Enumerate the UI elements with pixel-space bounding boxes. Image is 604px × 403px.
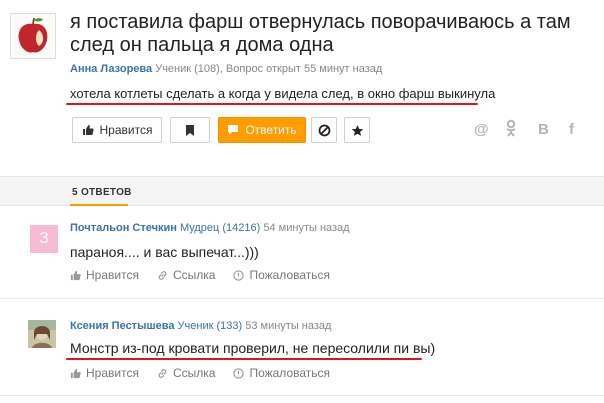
thumbs-up-icon bbox=[82, 125, 94, 135]
answer-meta: Почтальон Стечкин Мудрец (14216) 54 мину… bbox=[70, 222, 350, 234]
photo-avatar-icon bbox=[28, 320, 56, 348]
question-meta: Анна Лазорева Ученик (108), Вопрос откры… bbox=[70, 63, 382, 75]
answer-text: параноя.... и вас выпечат...))) bbox=[70, 244, 259, 260]
answer-author-link[interactable]: Ксения Пестышева bbox=[70, 320, 174, 332]
answer-author-rank: Ученик (133) bbox=[177, 320, 243, 332]
favorite-button[interactable] bbox=[344, 117, 370, 143]
flag-icon bbox=[186, 124, 194, 136]
like-button[interactable]: Нравится bbox=[72, 117, 162, 143]
vk-icon[interactable]: B bbox=[538, 121, 549, 138]
answer-author-avatar[interactable] bbox=[28, 320, 56, 348]
like-label: Нравится bbox=[99, 123, 153, 137]
question-author-avatar[interactable] bbox=[10, 13, 56, 59]
apple-avatar-icon bbox=[11, 14, 55, 58]
answer-author-rank: Мудрец (14216) bbox=[179, 222, 261, 234]
question-body: хотела котлеты сделать а когда у видела … bbox=[70, 86, 496, 101]
answer-button[interactable]: Ответить bbox=[218, 117, 306, 143]
link-icon bbox=[158, 270, 167, 280]
answer-text: Монстр из-под кровати проверил, не перес… bbox=[70, 340, 436, 356]
answers-count-tab[interactable]: 5 ОТВЕТОВ bbox=[72, 187, 132, 198]
answer-report-button[interactable]: Пожаловаться bbox=[233, 366, 330, 380]
at-icon[interactable]: @ bbox=[474, 121, 489, 138]
question-title: я поставила фарш отвернулась поворачиваю… bbox=[70, 11, 571, 56]
question-author-link[interactable]: Анна Лазорева bbox=[70, 63, 152, 75]
answer-separator bbox=[0, 395, 604, 396]
answer-actions: Нравится Ссылка Пожаловаться bbox=[70, 268, 330, 282]
answer-separator bbox=[0, 298, 604, 299]
question-meta-text: Ученик (108), Вопрос открыт 55 минут наз… bbox=[155, 63, 383, 75]
thumbs-up-icon bbox=[70, 270, 81, 280]
answers-tab-indicator bbox=[70, 204, 128, 206]
answer-author-avatar[interactable]: З bbox=[30, 225, 58, 253]
highlight-underline bbox=[66, 103, 478, 105]
answer-author-link[interactable]: Почтальон Стечкин bbox=[70, 222, 177, 234]
answer-link-button[interactable]: Ссылка bbox=[157, 268, 215, 282]
answer-link-button[interactable]: Ссылка bbox=[157, 366, 215, 380]
answer-like-button[interactable]: Нравится bbox=[70, 366, 139, 380]
facebook-icon[interactable]: f bbox=[569, 121, 574, 138]
block-icon bbox=[318, 124, 330, 136]
highlight-underline bbox=[66, 358, 422, 360]
report-icon bbox=[233, 269, 245, 281]
block-button[interactable] bbox=[311, 117, 337, 143]
answer-like-button[interactable]: Нравится bbox=[70, 268, 139, 282]
answer-actions: Нравится Ссылка Пожаловаться bbox=[70, 366, 330, 380]
answer-time: 54 минуты назад bbox=[263, 222, 350, 234]
report-icon bbox=[233, 367, 245, 379]
bookmark-button[interactable] bbox=[170, 117, 210, 143]
answer-time: 53 минуты назад bbox=[245, 320, 332, 332]
answer-label: Ответить bbox=[245, 123, 297, 137]
star-icon bbox=[351, 124, 363, 136]
answer-meta: Ксения Пестышева Ученик (133) 53 минуты … bbox=[70, 320, 331, 332]
link-icon bbox=[158, 368, 167, 378]
thumbs-up-icon bbox=[70, 368, 81, 378]
answer-report-button[interactable]: Пожаловаться bbox=[233, 268, 330, 282]
odnoklassniki-icon[interactable] bbox=[505, 119, 517, 141]
comment-icon bbox=[228, 125, 239, 135]
